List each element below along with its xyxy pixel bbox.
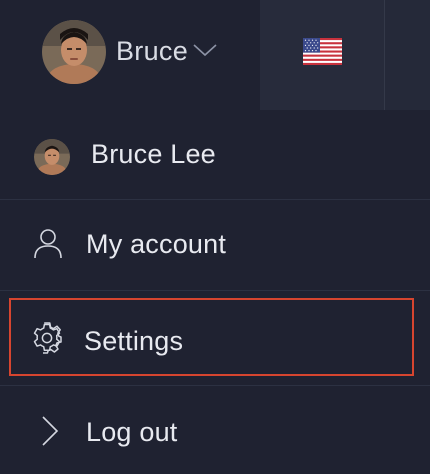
header-user-name: Bruce bbox=[116, 36, 189, 66]
user-dropdown-menu: Bruce Lee My account Settings Log out bbox=[0, 110, 430, 474]
gear-icon bbox=[33, 322, 62, 354]
menu-item-profile[interactable]: Bruce Lee bbox=[0, 110, 430, 199]
profile-name: Bruce Lee bbox=[91, 139, 216, 169]
us-flag-icon bbox=[303, 38, 342, 65]
menu-item-label: Log out bbox=[86, 417, 178, 447]
language-selector[interactable] bbox=[260, 0, 384, 110]
chevron-right-icon bbox=[42, 416, 59, 446]
menu-item-my-account[interactable]: My account bbox=[0, 200, 430, 290]
menu-item-label: Settings bbox=[84, 326, 184, 356]
top-bar: Bruce bbox=[0, 0, 430, 110]
user-menu-toggle[interactable]: Bruce bbox=[0, 0, 260, 110]
avatar bbox=[42, 20, 106, 84]
user-icon bbox=[34, 229, 62, 259]
header-tab[interactable] bbox=[385, 0, 430, 110]
avatar-photo-icon bbox=[34, 139, 70, 175]
chevron-down-icon bbox=[193, 44, 217, 57]
menu-item-settings[interactable]: Settings bbox=[0, 291, 430, 385]
menu-item-label: My account bbox=[86, 229, 227, 259]
avatar bbox=[34, 139, 70, 175]
user-menu-screen: Bruce Bruce Lee My account Settings Log … bbox=[0, 0, 430, 474]
avatar-photo-icon bbox=[42, 20, 106, 84]
menu-item-log-out[interactable]: Log out bbox=[0, 386, 430, 474]
